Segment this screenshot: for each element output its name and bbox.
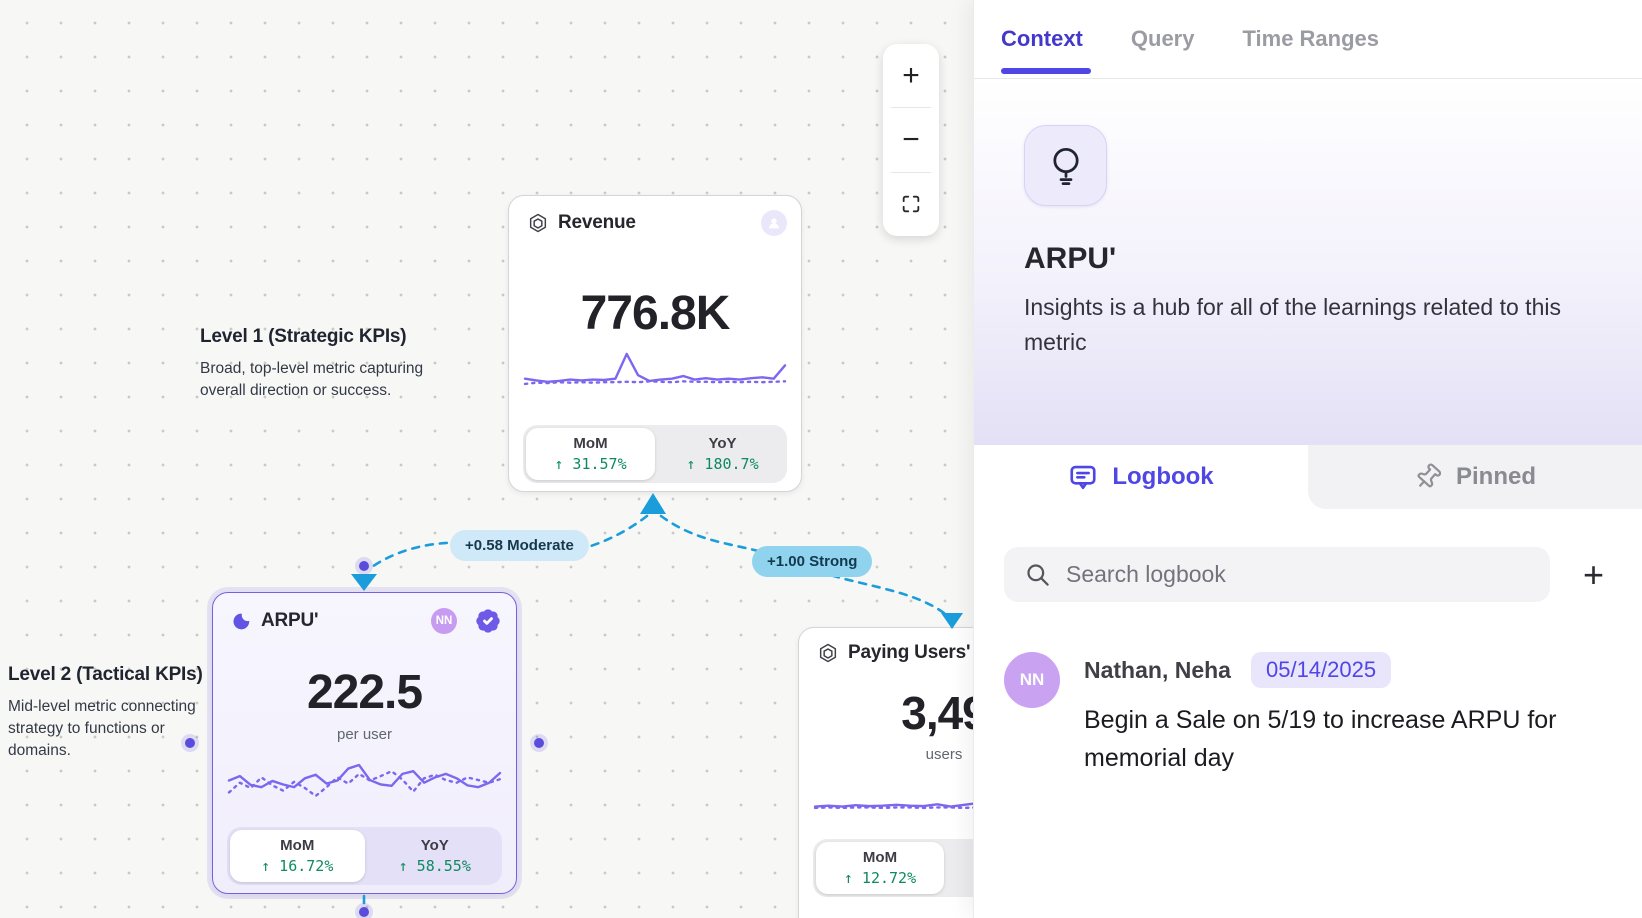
metric-hero: ARPU' Insights is a hub for all of the l… <box>974 79 1642 445</box>
search-icon <box>1024 561 1051 588</box>
owner-initials-badge: NN <box>431 608 457 634</box>
metric-tree-canvas[interactable]: Level 1 (Strategic KPIs) Broad, top-leve… <box>0 0 973 918</box>
zoom-in-button[interactable]: + <box>883 44 939 107</box>
mom-label: MoM <box>573 435 607 452</box>
yoy-stat[interactable]: YoY ↑ 58.55% <box>368 827 503 885</box>
stats-row: MoM ↑ 31.57% YoY ↑ 180.7% <box>523 425 787 483</box>
metric-value: 222.5 <box>213 665 516 720</box>
sparkline-chart <box>525 339 785 391</box>
canvas-zoom-toolbar: + − <box>883 44 939 236</box>
metric-title: ARPU' <box>1024 242 1592 276</box>
tab-context[interactable]: Context <box>1001 26 1083 52</box>
metric-card-arpu[interactable]: ARPU' NN 222.5 per user MoM ↑ 16.72% <box>212 592 517 894</box>
mom-value: ↑ 12.72% <box>844 869 916 887</box>
section-tab-bar: Logbook Pinned <box>974 445 1642 509</box>
correlation-label-strong[interactable]: +1.00 Strong <box>752 546 872 577</box>
panel-tab-bar: Context Query Time Ranges <box>974 0 1642 79</box>
hexagon-metric-icon <box>527 212 549 234</box>
tab-time-ranges[interactable]: Time Ranges <box>1242 26 1379 52</box>
arrowhead-up-icon <box>640 493 666 514</box>
metric-detail-panel: Context Query Time Ranges ARPU' Insights… <box>973 0 1642 918</box>
mom-stat[interactable]: MoM ↑ 31.57% <box>526 428 655 480</box>
logbook-search-row: + <box>1004 547 1612 602</box>
moon-metric-icon <box>231 611 252 632</box>
yoy-value: ↑ 180.7% <box>686 455 758 473</box>
pin-icon <box>1414 463 1442 491</box>
tab-pinned[interactable]: Pinned <box>1308 445 1642 509</box>
logbook-entry[interactable]: NN Nathan, Neha 05/14/2025 Begin a Sale … <box>1004 652 1612 777</box>
card-title: Revenue <box>558 212 752 234</box>
mom-stat[interactable]: MoM ↑ 12.72% <box>816 842 944 894</box>
level-1-title: Level 1 (Strategic KPIs) <box>200 326 440 348</box>
tab-query[interactable]: Query <box>1131 26 1195 52</box>
mom-stat[interactable]: MoM ↑ 16.72% <box>230 830 365 882</box>
stats-row: MoM ↑ 16.72% YoY ↑ 58.55% <box>227 827 502 885</box>
mom-value: ↑ 16.72% <box>261 857 333 875</box>
tab-logbook[interactable]: Logbook <box>974 445 1308 509</box>
yoy-label: YoY <box>708 435 736 452</box>
metric-description: Insights is a hub for all of the learnin… <box>1024 290 1604 360</box>
verified-check-icon <box>474 607 502 635</box>
mom-label: MoM <box>863 849 897 866</box>
logbook-chat-icon <box>1068 462 1098 492</box>
correlation-label-moderate[interactable]: +0.58 Moderate <box>450 530 589 561</box>
entry-text: Begin a Sale on 5/19 to increase ARPU fo… <box>1084 702 1594 777</box>
mom-value: ↑ 31.57% <box>554 455 626 473</box>
logbook-section: + NN Nathan, Neha 05/14/2025 Begin a Sal… <box>974 509 1642 777</box>
mom-label: MoM <box>280 837 314 854</box>
entry-author: Nathan, Neha <box>1084 657 1231 684</box>
yoy-stat[interactable]: YoY ↑ 180.7% <box>658 425 787 483</box>
level-1-annotation: Level 1 (Strategic KPIs) Broad, top-leve… <box>200 326 440 402</box>
metric-card-revenue[interactable]: Revenue 776.8K MoM ↑ 31.57% YoY ↑ 180 <box>508 195 802 492</box>
card-title: ARPU' <box>261 610 422 632</box>
tab-pinned-label: Pinned <box>1456 463 1536 491</box>
metric-value: 776.8K <box>509 286 801 341</box>
level-2-annotation: Level 2 (Tactical KPIs) Mid-level metric… <box>8 664 226 762</box>
level-2-title: Level 2 (Tactical KPIs) <box>8 664 226 686</box>
fullscreen-icon <box>900 193 922 215</box>
hexagon-metric-icon <box>817 642 839 664</box>
level-2-description: Mid-level metric connecting strategy to … <box>8 696 226 762</box>
metric-unit: per user <box>213 726 516 743</box>
level-1-description: Broad, top-level metric capturing overal… <box>200 358 440 402</box>
add-logbook-entry-button[interactable]: + <box>1583 557 1604 593</box>
yoy-value: ↑ 58.55% <box>399 857 471 875</box>
entry-date-badge: 05/14/2025 <box>1251 652 1391 688</box>
search-box <box>1004 547 1550 602</box>
arrowhead-down-icon <box>351 574 377 591</box>
fit-view-button[interactable] <box>883 173 939 236</box>
search-logbook-input[interactable] <box>1004 547 1550 602</box>
active-tab-underline <box>1001 68 1091 74</box>
author-avatar: NN <box>1004 652 1060 708</box>
tab-logbook-label: Logbook <box>1112 463 1213 491</box>
yoy-label: YoY <box>421 837 449 854</box>
sparkline-chart <box>229 751 500 803</box>
zoom-out-button[interactable]: − <box>883 108 939 171</box>
user-avatar-icon <box>761 210 787 236</box>
lightbulb-icon <box>1024 125 1107 206</box>
